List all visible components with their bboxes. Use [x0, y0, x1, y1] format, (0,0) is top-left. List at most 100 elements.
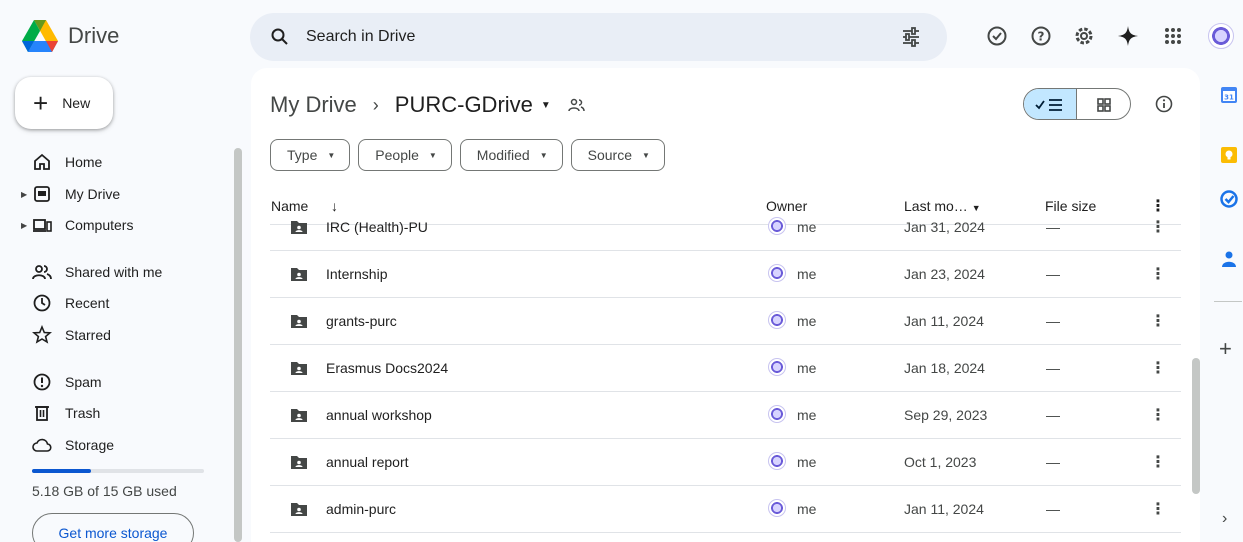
breadcrumb-current-folder[interactable]: PURC-GDrive [395, 92, 533, 118]
more-actions-icon[interactable]: ⋮ [1150, 499, 1166, 519]
file-name[interactable]: Internship [326, 266, 387, 282]
file-owner: me [797, 313, 817, 329]
search-input[interactable]: Search in Drive [306, 28, 415, 46]
apps-grid-icon[interactable] [1162, 25, 1184, 47]
table-row[interactable]: annual workshop me Sep 29, 2023 — ⋮ [270, 392, 1181, 439]
filter-chip-label: People [375, 147, 419, 163]
shared-folder-icon [291, 503, 307, 516]
keep-icon[interactable] [1220, 146, 1238, 164]
file-name[interactable]: grants-purc [326, 313, 397, 329]
search-filter-icon[interactable] [901, 27, 921, 47]
gemini-icon[interactable] [1117, 25, 1139, 47]
drive-logo-icon [22, 20, 58, 52]
file-name[interactable]: annual report [326, 454, 409, 470]
info-icon[interactable] [1155, 95, 1173, 113]
more-actions-icon[interactable]: ⋮ [1150, 311, 1166, 331]
computers-icon [33, 219, 52, 232]
contacts-icon[interactable] [1220, 250, 1238, 268]
table-row[interactable]: annual report me Oct 1, 2023 — ⋮ [270, 439, 1181, 486]
file-owner: me [797, 360, 817, 376]
shared-folder-icon [291, 362, 307, 375]
account-avatar[interactable] [1208, 23, 1234, 49]
table-row[interactable]: grants-purc me Jan 11, 2024 — ⋮ [270, 298, 1181, 345]
star-icon [32, 325, 52, 344]
file-name[interactable]: Erasmus Docs2024 [326, 360, 448, 376]
trash-icon [35, 406, 49, 421]
folder-menu-caret-icon[interactable]: ▼ [541, 100, 551, 111]
chevron-right-icon[interactable]: › [1222, 510, 1227, 528]
breadcrumb-my-drive[interactable]: My Drive [270, 92, 357, 118]
sidebar-item-my-drive[interactable]: ▶ My Drive [0, 179, 225, 209]
owner-avatar [768, 499, 786, 517]
more-actions-icon[interactable]: ⋮ [1150, 217, 1166, 237]
calendar-icon[interactable]: 31 [1220, 86, 1238, 104]
sidebar-item-label: Trash [65, 405, 101, 421]
help-icon[interactable]: ? [1030, 25, 1052, 47]
table-row[interactable]: IRC (Health)-PU me Jan 31, 2024 — ⋮ [270, 204, 1181, 251]
get-add-ons-plus-icon[interactable]: + [1219, 336, 1232, 362]
settings-icon[interactable] [1073, 25, 1095, 47]
more-actions-icon[interactable]: ⋮ [1150, 264, 1166, 284]
file-size: — [1046, 360, 1060, 376]
file-name[interactable]: IRC (Health)-PU [326, 219, 428, 235]
search-bar[interactable]: Search in Drive [250, 13, 947, 61]
chevron-down-icon: ▼ [539, 150, 548, 160]
owner-avatar [768, 264, 786, 282]
svg-text:?: ? [1038, 30, 1045, 44]
sidebar-item-spam[interactable]: Spam [0, 367, 225, 397]
shared-folder-icon [291, 409, 307, 422]
shared-folder-icon [291, 315, 307, 328]
owner-avatar [768, 311, 786, 329]
sidebar-item-label: Spam [65, 374, 102, 390]
sidebar-item-recent[interactable]: Recent [0, 288, 225, 318]
search-icon[interactable] [270, 27, 290, 47]
file-name[interactable]: admin-purc [326, 501, 396, 517]
table-row[interactable]: admin-purc me Jan 11, 2024 — ⋮ [270, 486, 1181, 533]
more-actions-icon[interactable]: ⋮ [1150, 405, 1166, 425]
filter-chip-type[interactable]: Type ▼ [270, 139, 351, 171]
shared-folder-icon [568, 98, 585, 112]
sidebar-item-shared[interactable]: Shared with me [0, 257, 225, 287]
view-toggle [1023, 88, 1131, 120]
file-size: — [1046, 313, 1060, 329]
file-owner: me [797, 454, 817, 470]
owner-avatar [768, 405, 786, 423]
expand-caret-icon[interactable]: ▶ [21, 190, 27, 199]
sidebar-item-starred[interactable]: Starred [0, 320, 225, 350]
shared-folder-icon [291, 221, 307, 234]
table-row[interactable]: Erasmus Docs2024 me Jan 18, 2024 — ⋮ [270, 345, 1181, 392]
ready-offline-icon[interactable] [986, 25, 1008, 47]
sidebar-item-label: Home [65, 154, 103, 170]
file-name[interactable]: annual workshop [326, 407, 432, 423]
plus-icon: + [33, 88, 49, 118]
drive-logo[interactable]: Drive [22, 20, 119, 52]
tasks-icon[interactable] [1220, 190, 1238, 208]
new-button[interactable]: + New [15, 77, 113, 129]
storage-used-text: 5.18 GB of 15 GB used [32, 483, 177, 499]
grid-view-button[interactable] [1077, 89, 1130, 119]
get-more-storage-button[interactable]: Get more storage [32, 513, 194, 542]
storage-progress-fill [32, 469, 92, 473]
more-actions-icon[interactable]: ⋮ [1150, 358, 1166, 378]
more-actions-icon[interactable]: ⋮ [1150, 452, 1166, 472]
sidebar-item-label: Computers [65, 217, 134, 233]
sidebar-item-trash[interactable]: Trash [0, 398, 225, 428]
file-modified-date: Sep 29, 2023 [904, 407, 988, 423]
sidebar-item-label: Shared with me [65, 264, 163, 280]
filter-chip-people[interactable]: People ▼ [358, 139, 452, 171]
expand-caret-icon[interactable]: ▶ [21, 221, 27, 230]
file-owner: me [797, 266, 817, 282]
filter-chip-source[interactable]: Source ▼ [570, 139, 665, 171]
filter-chip-label: Type [287, 147, 318, 163]
svg-text:31: 31 [1224, 94, 1234, 102]
sidebar-scrollbar[interactable] [234, 148, 242, 542]
spam-icon [33, 373, 51, 391]
table-row[interactable]: Internship me Jan 23, 2024 — ⋮ [270, 251, 1181, 298]
filter-chip-modified[interactable]: Modified ▼ [459, 139, 563, 171]
file-size: — [1046, 501, 1060, 517]
list-view-button[interactable] [1024, 89, 1078, 119]
sidebar-item-storage[interactable]: Storage [0, 430, 225, 460]
sidebar-item-home[interactable]: Home [0, 147, 225, 177]
sidebar-item-computers[interactable]: ▶ Computers [0, 210, 225, 240]
file-list-scrollbar[interactable] [1192, 358, 1200, 494]
